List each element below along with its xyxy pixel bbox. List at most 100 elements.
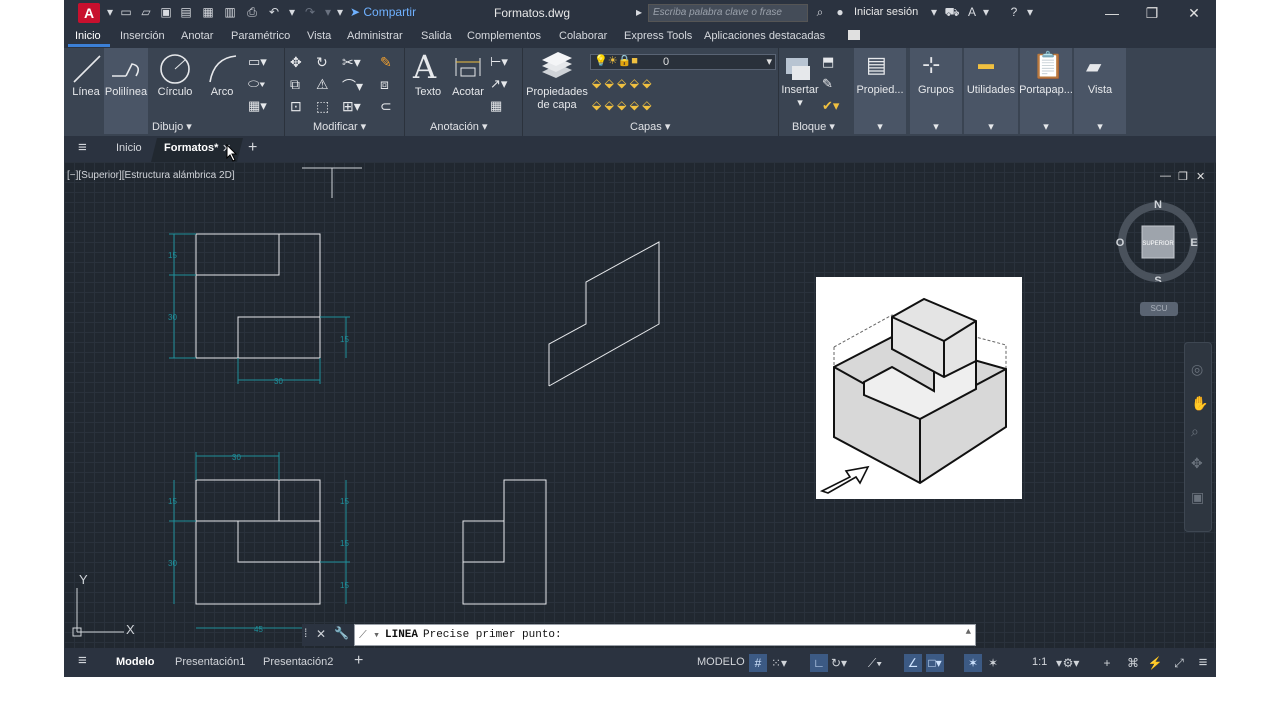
polyline-tool-label[interactable]: Polilínea: [104, 86, 148, 98]
showmotion-icon[interactable]: ▣: [1191, 489, 1204, 506]
annotation-scale[interactable]: 1:1: [1032, 656, 1047, 668]
stretch-icon[interactable]: ⊡: [290, 98, 302, 115]
command-expand-icon[interactable]: ▲: [966, 627, 971, 637]
share-button[interactable]: ➤ Compartir: [350, 5, 416, 19]
arc-tool-label[interactable]: Arco: [204, 86, 240, 98]
tab-model[interactable]: Modelo: [116, 656, 155, 668]
offset-icon[interactable]: ⊂: [380, 98, 392, 115]
circle-tool-label[interactable]: Círculo: [154, 86, 196, 98]
erase-icon[interactable]: ✎: [380, 54, 392, 71]
quick-properties-icon[interactable]: ⚡: [1146, 654, 1164, 672]
tab-vista[interactable]: Vista: [307, 30, 331, 42]
leader-icon[interactable]: ↗▾: [490, 76, 507, 92]
grid-icon[interactable]: #: [749, 654, 767, 672]
model-space-toggle[interactable]: MODELO: [697, 656, 745, 668]
plot-icon[interactable]: ⎙: [244, 4, 260, 20]
tab-inicio[interactable]: Inicio: [75, 30, 101, 42]
undo-icon[interactable]: ↶: [266, 4, 282, 20]
snap-icon[interactable]: ⁙▾: [770, 654, 788, 672]
array-icon[interactable]: ⊞▾: [342, 98, 361, 115]
copy-icon[interactable]: ⧉: [290, 76, 300, 93]
trim-icon[interactable]: ✂▾: [342, 54, 361, 71]
minimize-button[interactable]: —: [1098, 3, 1126, 23]
scale-icon[interactable]: ⬚: [316, 98, 329, 115]
app-menu-chevron-icon[interactable]: ▾: [102, 4, 118, 20]
tab-current-drawing[interactable]: Formatos*: [164, 142, 218, 154]
zoom-extents-icon[interactable]: ⌕: [1191, 423, 1199, 440]
save-as-icon[interactable]: ▤: [178, 4, 194, 20]
cart-icon[interactable]: ⛟: [944, 4, 960, 20]
new-icon[interactable]: ▭: [118, 4, 134, 20]
help-menu-icon[interactable]: ▾: [1022, 4, 1038, 20]
tab-administrar[interactable]: Administrar: [347, 30, 403, 42]
tab-start[interactable]: Inicio: [116, 142, 142, 154]
tab-anotar[interactable]: Anotar: [181, 30, 213, 42]
command-customize-icon[interactable]: 🔧: [334, 626, 349, 640]
auto-scale-icon[interactable]: ✶: [984, 654, 1002, 672]
pan-icon[interactable]: ✋: [1191, 395, 1208, 412]
tab-colaborar[interactable]: Colaborar: [559, 30, 607, 42]
layer-tools-row1-icons[interactable]: ⬙ ⬙ ⬙ ⬙ ⬙: [592, 76, 651, 90]
help-icon[interactable]: ?: [1006, 4, 1022, 20]
isodraft-icon[interactable]: ⟋▾: [866, 654, 884, 672]
hamburger-menu-icon[interactable]: ≡: [78, 139, 87, 156]
rotate-icon[interactable]: ↻: [316, 54, 328, 71]
redo-icon[interactable]: ↷: [302, 4, 318, 20]
explode-icon[interactable]: ⧈: [380, 76, 389, 93]
object-snap-icon[interactable]: □▾: [926, 654, 944, 672]
table-icon[interactable]: ▦: [490, 98, 502, 114]
command-history-icon[interactable]: ⟋ ▾: [359, 628, 380, 642]
tab-complementos[interactable]: Complementos: [467, 30, 541, 42]
steering-wheel-icon[interactable]: ◎: [1191, 361, 1203, 378]
tab-parametrico[interactable]: Paramétrico: [231, 30, 290, 42]
layer-tools-row2-icons[interactable]: ⬙ ⬙ ⬙ ⬙ ⬙: [592, 98, 651, 112]
tab-layout2[interactable]: Presentación2: [263, 656, 333, 668]
rectangle-icon[interactable]: ▭▾: [248, 54, 267, 70]
undo-menu-icon[interactable]: ▾: [284, 4, 300, 20]
tab-aplicaciones-destacadas[interactable]: Aplicaciones destacadas: [704, 30, 825, 42]
new-layout-icon[interactable]: +: [354, 652, 363, 670]
ucs-menu-button[interactable]: SCU: [1140, 302, 1178, 316]
user-icon[interactable]: ●: [832, 4, 848, 20]
linear-dim-icon[interactable]: ⊢▾: [490, 54, 508, 70]
tab-salida[interactable]: Salida: [421, 30, 452, 42]
command-line[interactable]: ⟋ ▾ LINEA Precise primer punto: ▲: [354, 624, 976, 646]
annotation-visibility-icon[interactable]: ✶: [964, 654, 982, 672]
modify-panel-label[interactable]: Modificar ▾: [313, 120, 366, 133]
customize-icon[interactable]: ▾: [332, 4, 348, 20]
layer-properties-label[interactable]: Propiedades de capa: [526, 86, 588, 112]
polar-icon[interactable]: ↻▾: [830, 654, 848, 672]
tab-layout1[interactable]: Presentación1: [175, 656, 245, 668]
annotation-monitor-icon[interactable]: +: [1098, 654, 1116, 672]
ortho-icon[interactable]: ∟: [810, 654, 828, 672]
search-expand-icon[interactable]: ▸: [634, 4, 644, 20]
new-tab-icon[interactable]: +: [248, 139, 257, 157]
edit-block-icon[interactable]: ✎: [822, 76, 833, 92]
login-button[interactable]: Iniciar sesión: [854, 6, 918, 18]
text-tool-label[interactable]: Texto: [410, 86, 446, 98]
tab-express-tools[interactable]: Express Tools: [624, 30, 692, 42]
tab-insercion[interactable]: Inserción: [120, 30, 165, 42]
create-block-icon[interactable]: ⬒: [822, 54, 834, 70]
dimension-tool-label[interactable]: Acotar: [450, 86, 486, 98]
drawing-area[interactable]: [−][Superior][Estructura alámbrica 2D] —…: [64, 162, 1216, 648]
command-close-icon[interactable]: ✕: [316, 627, 326, 641]
gradient-icon[interactable]: ▦▾: [248, 98, 267, 114]
object-snap-tracking-icon[interactable]: ∠: [904, 654, 922, 672]
annotation-panel-label[interactable]: Anotación ▾: [430, 120, 488, 133]
workspace-gear-icon[interactable]: ⚙▾: [1062, 654, 1080, 672]
navigation-bar[interactable]: ◎ ✋ ⌕ ✥ ▣: [1184, 342, 1212, 532]
open-icon[interactable]: ▱: [138, 4, 154, 20]
line-tool-label[interactable]: Línea: [68, 86, 104, 98]
fillet-icon[interactable]: ⌒▾: [342, 76, 363, 96]
save-icon[interactable]: ▣: [158, 4, 174, 20]
login-menu-icon[interactable]: ▾: [926, 4, 942, 20]
export-icon[interactable]: ▥: [222, 4, 238, 20]
orbit-icon[interactable]: ✥: [1191, 455, 1203, 472]
search-icon[interactable]: ⌕: [812, 4, 828, 20]
mirror-icon[interactable]: ⚠: [316, 76, 329, 93]
layout-menu-icon[interactable]: ≡: [78, 652, 87, 669]
a360-menu-icon[interactable]: ▾: [978, 4, 994, 20]
clean-screen-icon[interactable]: ⤢: [1170, 654, 1188, 672]
layers-panel-label[interactable]: Capas ▾: [630, 120, 670, 133]
